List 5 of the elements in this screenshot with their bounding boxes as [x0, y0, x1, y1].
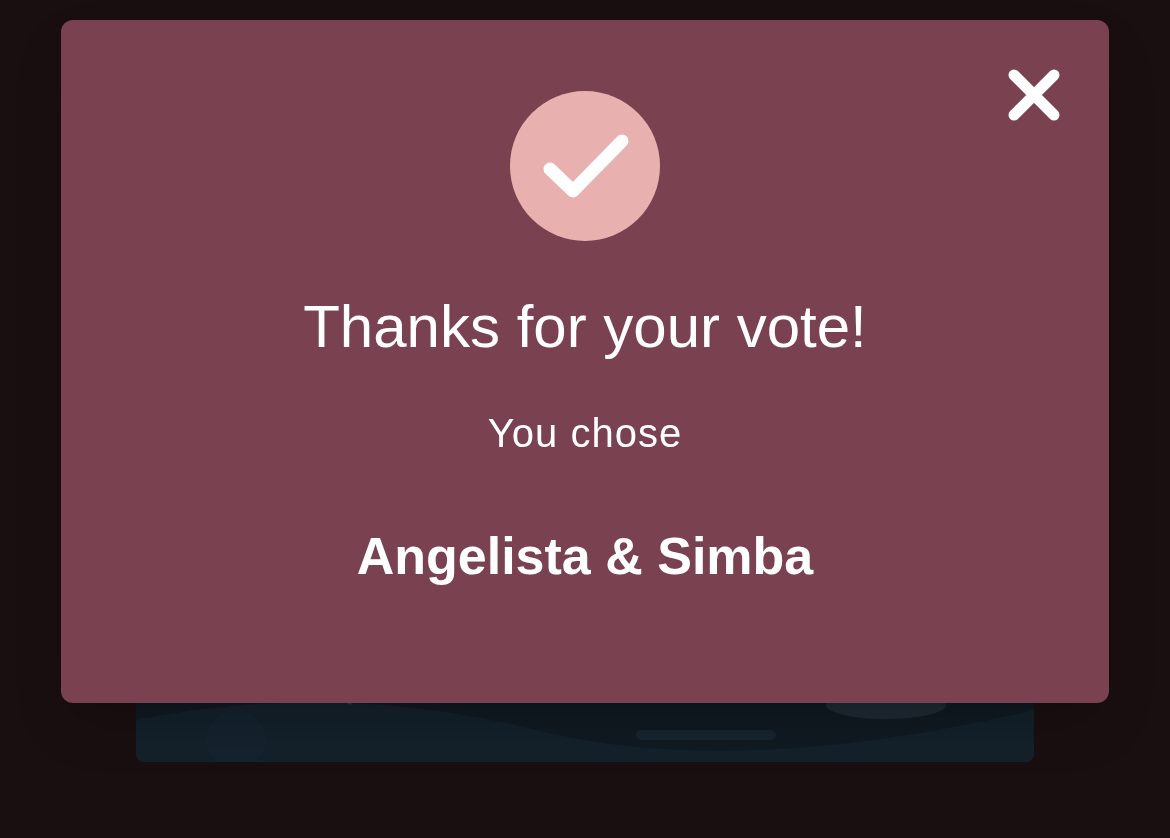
- check-icon: [510, 91, 660, 241]
- dialog-title: Thanks for your vote!: [303, 292, 867, 362]
- close-icon: [1006, 67, 1062, 123]
- dialog-subtitle: You chose: [487, 410, 683, 457]
- chosen-option: Angelista & Simba: [356, 525, 814, 587]
